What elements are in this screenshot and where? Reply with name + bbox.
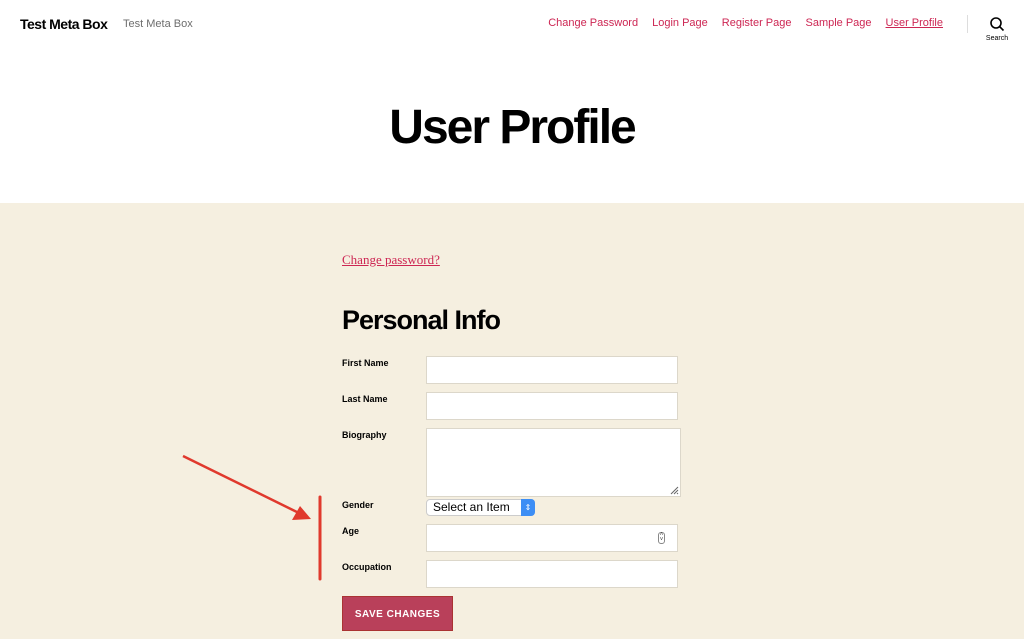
annotation-overlay: [182, 454, 322, 581]
annotation-arrow-line: [182, 454, 304, 517]
annotation-arrow-head: [292, 506, 311, 520]
